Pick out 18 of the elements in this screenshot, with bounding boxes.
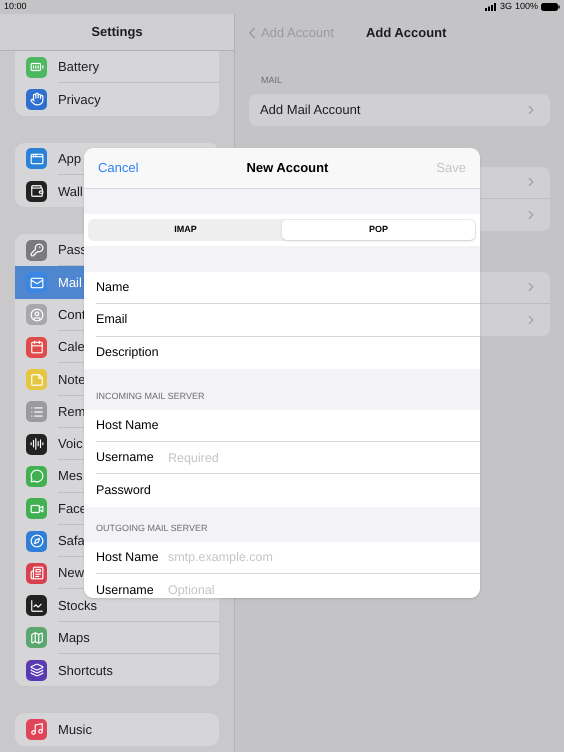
field-label: Password xyxy=(96,484,152,498)
status-time: 10:00 xyxy=(4,0,27,14)
field-label: Username xyxy=(96,451,155,464)
field-label: Name xyxy=(96,281,130,294)
field-label: Host Name xyxy=(96,419,160,432)
section-header: OUTGOING MAIL SERVER xyxy=(96,522,208,536)
network-label: 3G xyxy=(500,0,512,14)
battery-level: 100% xyxy=(514,0,538,14)
field-label: Email xyxy=(96,313,128,326)
row-label: Add Mail Account xyxy=(260,100,362,119)
page-title: Add Account xyxy=(366,24,446,42)
field-label: Description xyxy=(96,346,160,360)
field-label: Username xyxy=(96,584,155,597)
field-label: Host Name xyxy=(96,550,160,564)
section-header: INCOMING MAIL SERVER xyxy=(96,390,205,404)
section-header: MAIL xyxy=(260,74,284,87)
dialog-title: New Account xyxy=(246,159,328,178)
sidebar-title: Settings xyxy=(91,23,143,42)
